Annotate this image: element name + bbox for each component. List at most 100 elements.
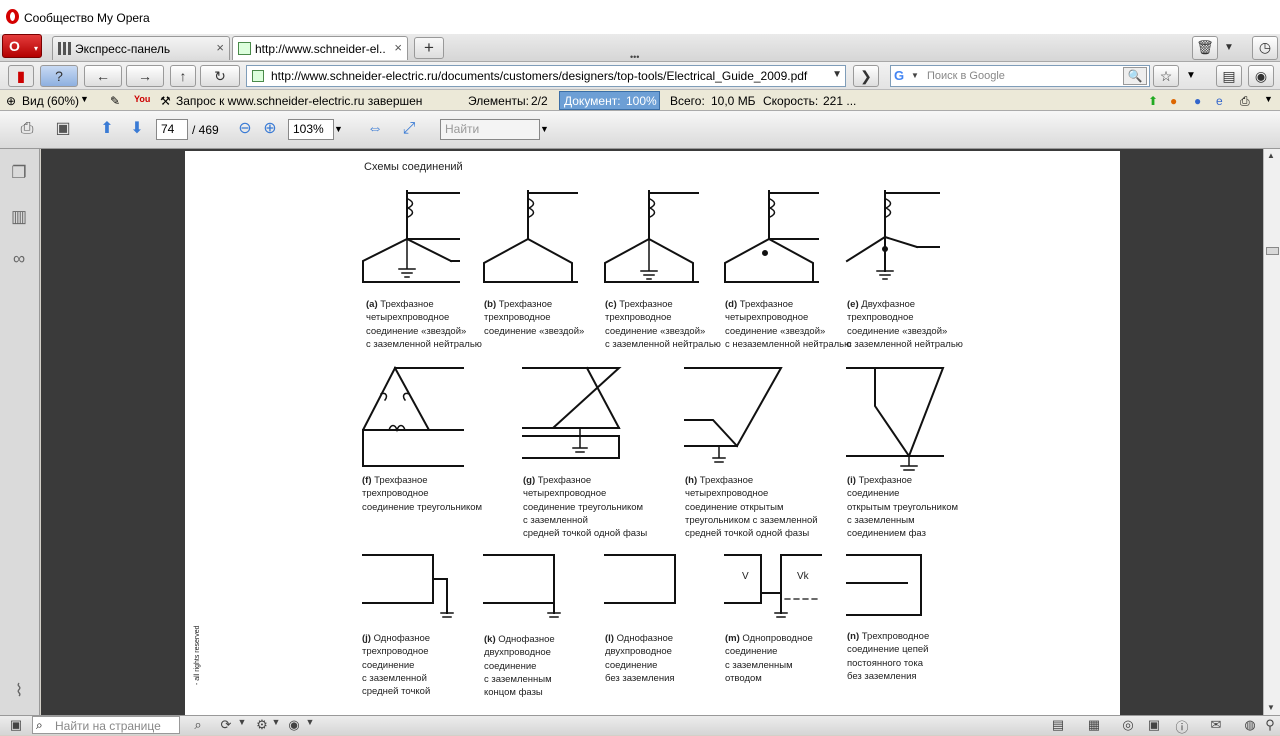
diagram-g <box>522 366 622 459</box>
up-button[interactable]: ↑ <box>170 65 196 87</box>
clock-icon[interactable]: ◷ <box>1252 36 1278 60</box>
page-number-input[interactable]: 74 <box>156 119 188 140</box>
youtube-icon[interactable]: You <box>134 94 150 104</box>
close-icon[interactable]: × <box>216 40 224 55</box>
pdf-page: Схемы соединений V Vk (a) Трехфазное чет… <box>185 151 1120 715</box>
pdf-viewer[interactable]: Схемы соединений V Vk (a) Трехфазное чет… <box>41 149 1263 715</box>
print-icon[interactable]: ⎙ <box>14 117 40 141</box>
search-field[interactable]: G ▼ Поиск в Google 🔍 <box>890 65 1150 87</box>
wrench-icon: ⚒ <box>160 94 171 108</box>
chevron-down-icon[interactable]: ▼ <box>911 71 919 80</box>
speed-value: 221 ... <box>823 94 857 108</box>
caption-n: (n) Трехпроводное соединение цепей посто… <box>847 630 929 683</box>
chevron-down-icon[interactable]: ▼ <box>1224 42 1234 53</box>
close-icon[interactable]: × <box>394 40 402 55</box>
chevron-down-icon[interactable]: ▼ <box>832 69 842 80</box>
zoom-out-icon[interactable]: ⊖ <box>236 117 254 141</box>
find-on-page-field[interactable]: ⌕ Найти на странице <box>32 716 180 734</box>
image-icon[interactable]: ▤ <box>1050 717 1066 733</box>
attachment-icon[interactable]: ⌇ <box>8 681 30 703</box>
google-icon[interactable]: G <box>894 69 910 83</box>
chevron-down-icon[interactable]: ▼ <box>268 717 284 733</box>
firefox-icon[interactable]: ● <box>1170 94 1177 108</box>
eye-icon[interactable]: ◉ <box>1248 65 1274 87</box>
chevron-down-icon[interactable]: ▼ <box>302 717 318 733</box>
pages-icon[interactable]: ❐ <box>8 163 30 185</box>
info-icon[interactable]: ⓘ <box>1174 717 1190 735</box>
fit-width-icon[interactable]: ⇔ <box>364 117 386 141</box>
reload-button[interactable]: ↻ <box>200 65 240 87</box>
caption-tag: (h) <box>685 475 698 486</box>
add-tab-button[interactable]: + <box>414 37 444 59</box>
chevron-down-icon[interactable]: ▼ <box>540 124 549 134</box>
sync-icon[interactable]: ⟳ <box>218 717 234 733</box>
zoom-input[interactable]: 103% <box>288 119 334 140</box>
caption-text: Трехфазное четырехпроводное соединение т… <box>523 475 648 540</box>
caption-text: Трехфазное трехпроводное соединение треу… <box>362 475 483 513</box>
view-zoom-dropdown[interactable]: Вид (60%) <box>22 94 79 108</box>
copyright-side-text: - all rights reserved <box>194 625 201 685</box>
search-placeholder[interactable]: Поиск в Google <box>927 70 1005 82</box>
arrow-up-icon[interactable]: ⬆ <box>1148 94 1158 108</box>
caption-d: (d) Трехфазное четырехпроводное соединен… <box>725 298 851 351</box>
next-page-icon[interactable]: ⬇ <box>124 117 150 141</box>
zoom-in-icon[interactable]: ⊕ <box>261 117 279 141</box>
panel-toggle-icon[interactable]: ▣ <box>8 717 24 733</box>
zoom-icon[interactable]: ⚲ <box>1262 717 1278 733</box>
speed-icon[interactable]: ◎ <box>1120 717 1136 733</box>
prev-page-icon[interactable]: ⬆ <box>94 117 120 141</box>
caption-e: (e) Двухфазное трехпроводное соединение … <box>847 298 963 351</box>
binoculars-icon[interactable]: ∞ <box>8 249 30 271</box>
caption-text: Трехфазное трехпроводное соединение «зве… <box>605 299 721 350</box>
chevron-down-icon[interactable]: ▼ <box>1264 94 1273 104</box>
chevron-down-icon[interactable]: ▼ <box>334 124 343 134</box>
printer-icon[interactable]: ⎙ <box>1240 94 1250 109</box>
diagram-d <box>724 190 819 283</box>
wand-button[interactable]: ? <box>40 65 78 87</box>
settings-icon[interactable]: ▣ <box>1146 717 1162 733</box>
ie-icon[interactable]: e <box>1216 94 1223 108</box>
pdf-find-input[interactable]: Найти <box>440 119 540 140</box>
mail-icon[interactable]: ✉ <box>1208 717 1224 733</box>
forward-button[interactable]: → <box>126 65 164 87</box>
bookmark-icon[interactable]: ▤ <box>1216 65 1242 87</box>
search-icon[interactable]: 🔍 <box>1123 67 1147 85</box>
scroll-thumb[interactable] <box>1266 247 1279 255</box>
zoom-icon[interactable]: ⊕ <box>6 94 16 108</box>
globe-icon[interactable]: ◍ <box>1242 717 1258 733</box>
address-bar[interactable]: http://www.schneider-electric.ru/documen… <box>246 65 846 87</box>
document-label: Документ: <box>564 94 621 108</box>
dots-icon[interactable]: ● <box>1194 94 1201 108</box>
find-placeholder[interactable]: Найти на странице <box>55 719 161 733</box>
chevron-down-icon[interactable]: ▼ <box>1186 70 1196 81</box>
star-icon[interactable]: ☆ <box>1153 65 1179 87</box>
address-text[interactable]: http://www.schneider-electric.ru/documen… <box>271 69 807 83</box>
save-icon[interactable]: ▣ <box>50 117 76 141</box>
caption-text: Однофазное двухпроводное соединение без … <box>605 633 675 684</box>
speed-dial-icon[interactable]: ▮ <box>8 65 34 87</box>
bookmarks-icon[interactable]: ▥ <box>8 207 30 229</box>
opera-menu-button[interactable]: O ▾ <box>2 34 42 58</box>
page-total: / 469 <box>192 123 219 137</box>
tab-label: Экспресс-панель <box>75 42 171 56</box>
caption-a: (a) Трехфазное четырехпроводное соединен… <box>366 298 482 351</box>
scroll-up-icon[interactable]: ▲ <box>1267 151 1275 160</box>
chevron-down-icon[interactable]: ▼ <box>80 94 89 104</box>
total-label: Всего: <box>670 94 705 108</box>
tab-schneider[interactable]: http://www.schneider-el... × <box>232 36 408 60</box>
content-icon[interactable]: ▦ <box>1086 717 1102 733</box>
diagram-n <box>846 554 922 616</box>
fit-page-icon[interactable]: ⤢ <box>398 117 420 141</box>
vertical-scrollbar[interactable]: ▲ ▼ <box>1263 149 1280 715</box>
pdf-side-panel: ❐ ▥ ∞ ⌇ <box>0 149 40 715</box>
magnifier-icon[interactable]: ⌕ <box>190 717 206 733</box>
scroll-down-icon[interactable]: ▼ <box>1267 703 1275 712</box>
caption-tag: (n) <box>847 631 860 642</box>
tab-more-icon[interactable]: ••• <box>630 53 639 62</box>
chevron-down-icon[interactable]: ▼ <box>234 717 250 733</box>
unite-icon[interactable]: ◉ <box>286 717 302 733</box>
go-button[interactable]: ❯ <box>853 65 879 87</box>
tab-speed-dial[interactable]: Экспресс-панель × <box>52 36 230 60</box>
back-button[interactable]: ← <box>84 65 122 87</box>
trash-icon[interactable]: 🗑 <box>1192 36 1218 60</box>
